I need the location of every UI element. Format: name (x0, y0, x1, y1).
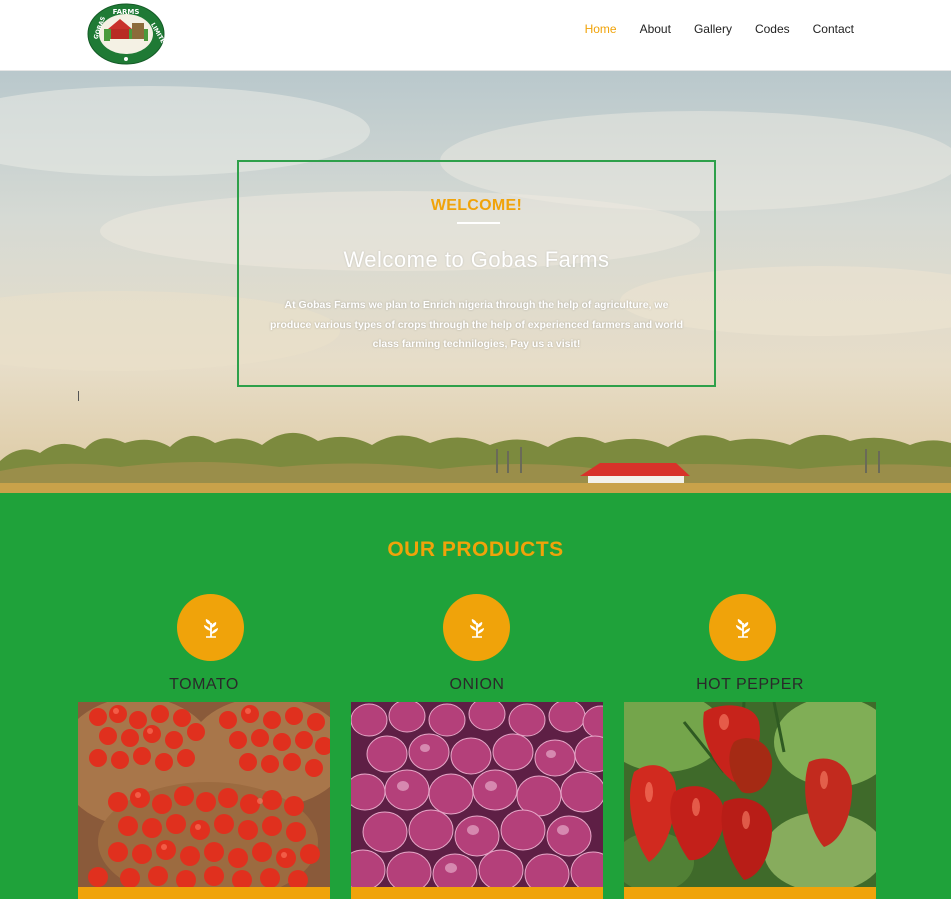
welcome-box: WELCOME! Welcome to Gobas Farms At Gobas… (237, 160, 716, 387)
products-section: OUR PRODUCTS TOMATO ONION HOT PEPPER (0, 493, 951, 899)
nav-contact[interactable]: Contact (813, 22, 854, 36)
welcome-divider (457, 222, 500, 224)
logo-text-top: FARMS (113, 8, 140, 16)
product-name: HOT PEPPER (696, 676, 804, 693)
product-card-hot-pepper[interactable]: HOT PEPPER (624, 493, 876, 899)
plant-icon (443, 594, 510, 661)
product-name: ONION (449, 676, 505, 693)
plant-icon (709, 594, 776, 661)
nav-home[interactable]: Home (585, 22, 617, 36)
product-card-onion[interactable]: ONION (351, 493, 603, 899)
product-accent-bar (351, 887, 603, 899)
nav-codes[interactable]: Codes (755, 22, 790, 36)
welcome-title: Welcome to Gobas Farms (343, 247, 610, 272)
hero-banner: WELCOME! Welcome to Gobas Farms At Gobas… (0, 71, 951, 493)
welcome-description: At Gobas Farms we plan to Enrich nigeria… (269, 299, 684, 350)
onion-image (351, 702, 603, 887)
main-nav: Home About Gallery Codes Contact (562, 22, 854, 36)
text-cursor (78, 391, 79, 401)
product-accent-bar (78, 887, 330, 899)
product-card-tomato[interactable]: TOMATO (78, 493, 330, 899)
site-header: FARMS GOBAS LIMITED Home About Gallery C… (0, 0, 951, 71)
nav-gallery[interactable]: Gallery (694, 22, 732, 36)
welcome-kicker: WELCOME! (430, 197, 523, 214)
gobas-farms-logo[interactable]: FARMS GOBAS LIMITED (86, 3, 169, 65)
tomato-image (78, 702, 330, 887)
hot-pepper-image (624, 702, 876, 887)
product-name: TOMATO (169, 676, 239, 693)
plant-icon (177, 594, 244, 661)
nav-about[interactable]: About (640, 22, 671, 36)
product-accent-bar (624, 887, 876, 899)
